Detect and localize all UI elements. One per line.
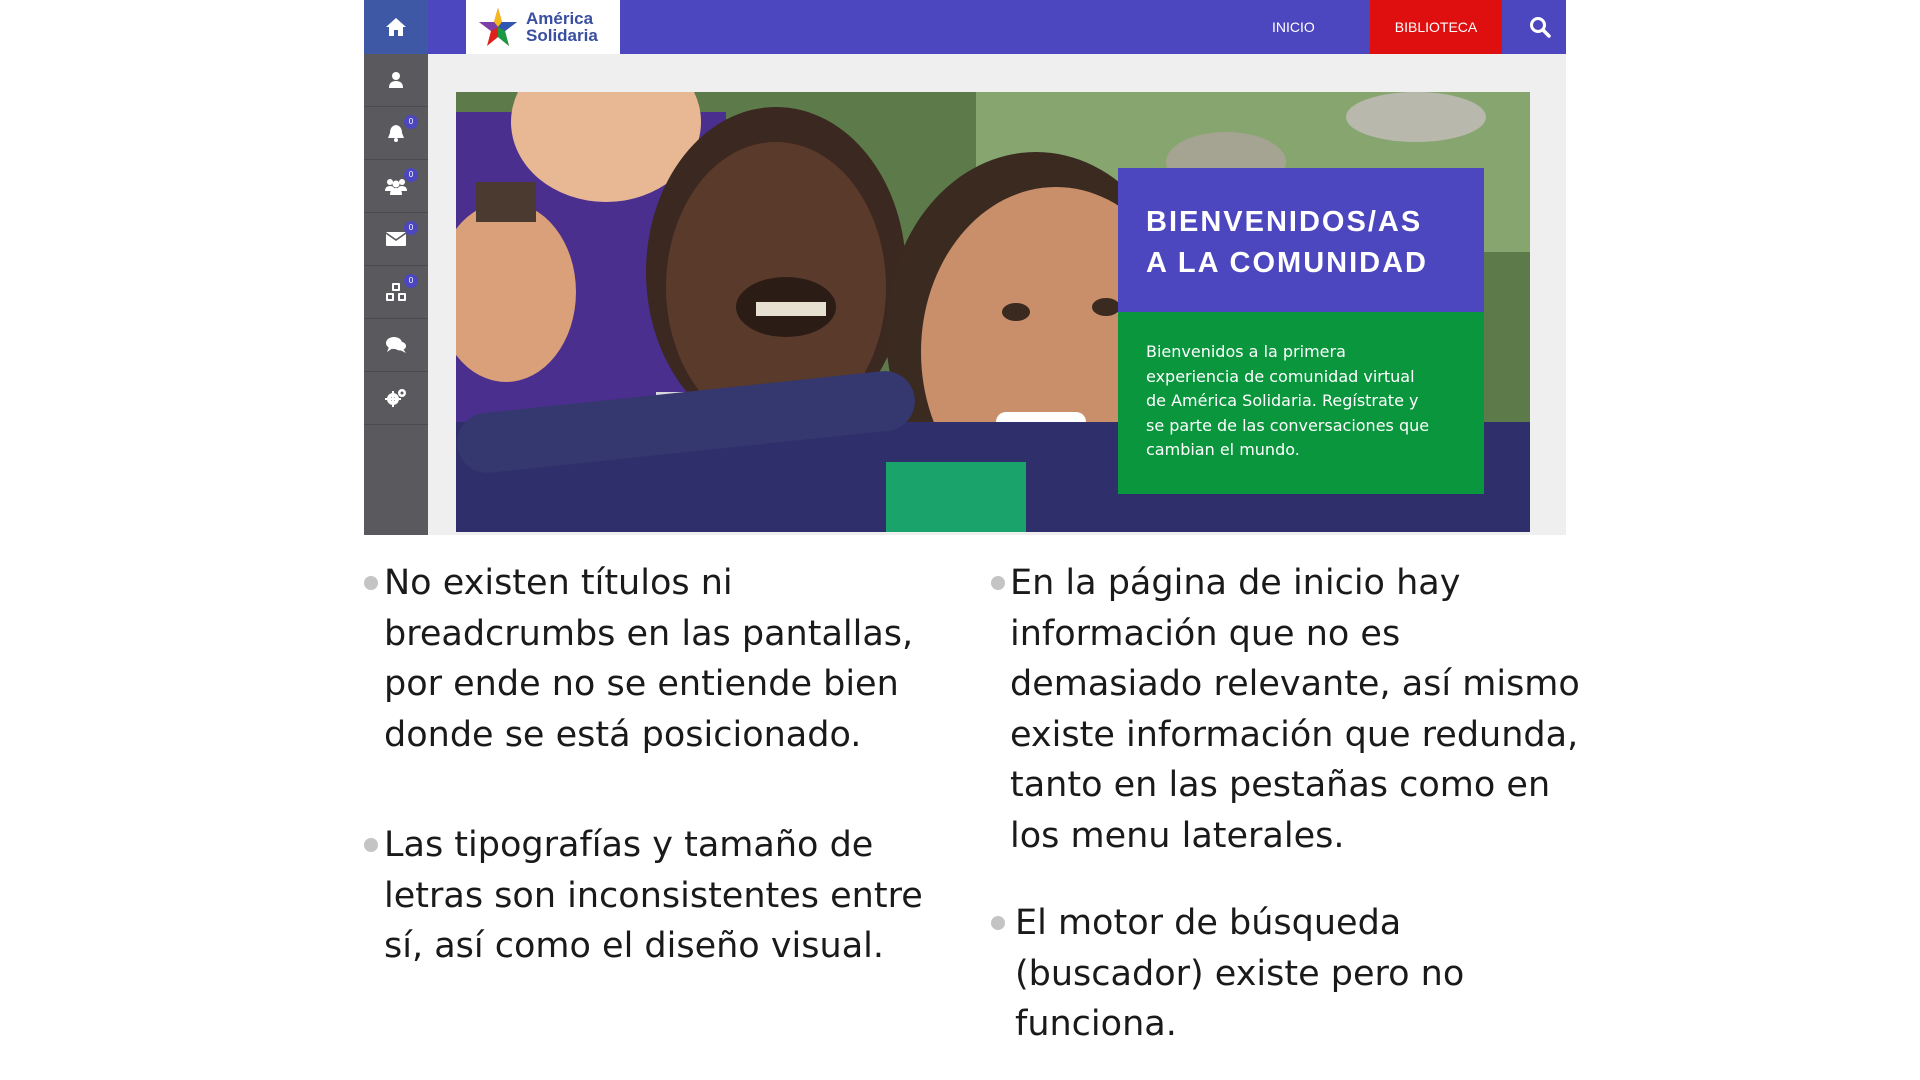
observation-line: tanto en las pestañas como en (1010, 765, 1551, 805)
home-button[interactable] (364, 0, 428, 54)
hero-photo: BIENVENIDOS/AS A LA COMUNIDAD Bienvenido… (456, 92, 1530, 532)
observation-irrelevant-info: En la página de inicio hay información q… (1010, 558, 1580, 861)
sidebar-item-settings[interactable] (364, 372, 428, 425)
gears-icon (385, 389, 406, 407)
bell-icon (388, 125, 404, 142)
welcome-title-line1: BIENVENIDOS/AS (1146, 206, 1423, 238)
bullet-dot (991, 916, 1005, 930)
welcome-text-line: se parte de las conversaciones que (1146, 415, 1430, 435)
america-solidaria-logo[interactable]: América Solidaria (466, 0, 620, 54)
observation-line: Las tipografías y tamaño de (384, 825, 874, 865)
observation-search-engine: El motor de búsqueda (buscador) existe p… (1015, 898, 1464, 1050)
observation-line: existe información que redunda, (1010, 714, 1579, 755)
sidebar-item-chat[interactable] (364, 319, 428, 372)
search-button[interactable] (1514, 0, 1566, 54)
sidebar: 0 0 0 0 (364, 54, 428, 535)
star-logo-icon (479, 8, 517, 46)
observation-no-titles: No existen títulos ni breadcrumbs en las… (384, 558, 913, 760)
welcome-text-line: de América Solidaria. Regístrate y (1146, 391, 1419, 410)
group-icon (385, 179, 407, 195)
logo-line2: Solidaria (526, 26, 598, 45)
slide: América Solidaria INICIO BIBLIOTECA 0 0 … (0, 0, 1920, 1080)
home-icon (386, 18, 406, 36)
nav-inicio[interactable]: INICIO (1272, 0, 1315, 54)
sidebar-item-profile[interactable] (364, 54, 428, 107)
observation-line: funciona. (1015, 1004, 1177, 1044)
observation-line: demasiado relevante, así mismo (1010, 664, 1580, 704)
welcome-text-line: experiencia de comunidad virtual (1146, 366, 1415, 386)
bullet-dot (364, 838, 378, 852)
cubes-icon (386, 283, 406, 301)
sidebar-item-groups[interactable]: 0 (364, 160, 428, 213)
welcome-text-line: Bienvenidos a la primera (1146, 342, 1346, 361)
welcome-title-line2: A LA COMUNIDAD (1146, 247, 1428, 279)
observation-line: El motor de búsqueda (1015, 903, 1402, 943)
observation-line: donde se está posicionado. (384, 714, 862, 755)
resources-badge: 0 (404, 274, 418, 288)
nav-biblioteca[interactable]: BIBLIOTECA (1370, 0, 1502, 54)
observation-line: letras son inconsistentes entre (384, 875, 923, 916)
mail-icon (386, 232, 406, 246)
welcome-title: BIENVENIDOS/AS A LA COMUNIDAD (1118, 168, 1484, 312)
messages-badge: 0 (404, 221, 418, 235)
logo-line1: América (526, 9, 594, 28)
search-icon (1530, 17, 1551, 38)
observation-line: sí, así como el diseño visual. (384, 926, 884, 966)
observation-line: En la página de inicio hay (1010, 563, 1461, 603)
welcome-text-line: cambian el mundo. (1146, 440, 1300, 459)
observation-line: breadcrumbs en las pantallas, (384, 613, 914, 654)
sidebar-item-messages[interactable]: 0 (364, 213, 428, 266)
observation-line: (buscador) existe pero no (1015, 953, 1465, 994)
bullet-dot (364, 576, 378, 590)
chat-icon (386, 337, 406, 353)
observation-line: por ende no se entiende bien (384, 664, 899, 704)
sidebar-item-resources[interactable]: 0 (364, 266, 428, 319)
bullet-dot (991, 576, 1005, 590)
observation-typography: Las tipografías y tamaño de letras son i… (384, 820, 923, 972)
observation-line: información que no es (1010, 613, 1401, 654)
welcome-text: Bienvenidos a la primera experiencia de … (1118, 312, 1484, 494)
observation-line: los menu laterales. (1010, 815, 1345, 856)
logo-text: América Solidaria (526, 10, 598, 44)
site-screenshot: América Solidaria INICIO BIBLIOTECA 0 0 … (364, 0, 1566, 535)
observation-line: No existen títulos ni (384, 563, 733, 603)
sidebar-item-notifications[interactable]: 0 (364, 107, 428, 160)
notifications-badge: 0 (404, 115, 418, 129)
user-icon (389, 72, 403, 88)
groups-badge: 0 (404, 168, 418, 182)
